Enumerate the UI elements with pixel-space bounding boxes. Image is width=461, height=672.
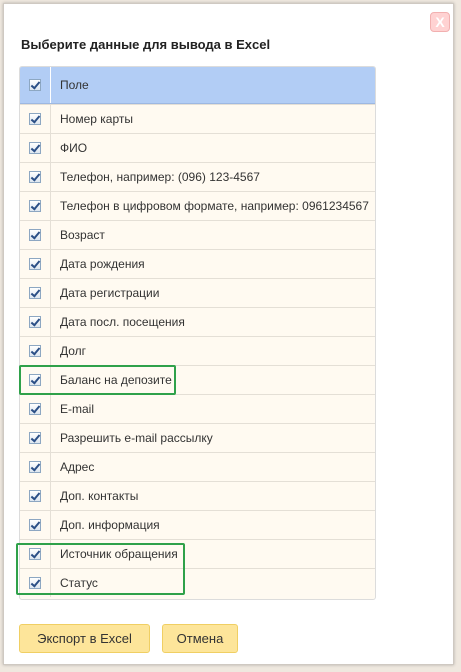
row-checkbox[interactable] xyxy=(29,258,41,270)
export-excel-button[interactable]: Экспорт в Excel xyxy=(19,624,150,653)
cancel-button[interactable]: Отмена xyxy=(162,624,238,653)
row-checkbox[interactable] xyxy=(29,200,41,212)
field-label: Доп. контакты xyxy=(60,489,139,503)
row-checkbox[interactable] xyxy=(29,432,41,444)
row-checkbox[interactable] xyxy=(29,403,41,415)
field-label: ФИО xyxy=(60,141,88,155)
check-cell xyxy=(20,163,51,191)
close-button[interactable]: X xyxy=(430,12,450,32)
column-header-field: Поле xyxy=(60,78,89,92)
check-cell xyxy=(20,424,51,452)
row-checkbox[interactable] xyxy=(29,316,41,328)
check-cell xyxy=(20,511,51,539)
field-label: Дата регистрации xyxy=(60,286,160,300)
row-checkbox[interactable] xyxy=(29,490,41,502)
row-checkbox[interactable] xyxy=(29,171,41,183)
field-label: Разрешить e-mail рассылку xyxy=(60,431,213,445)
field-label: Источник обращения xyxy=(60,547,178,561)
check-cell xyxy=(20,279,51,307)
check-cell xyxy=(20,221,51,249)
table-row: Дата рождения xyxy=(20,249,375,278)
table-row: Долг xyxy=(20,336,375,365)
table-row: Телефон в цифровом формате, например: 09… xyxy=(20,191,375,220)
check-cell xyxy=(20,105,51,133)
field-label: Долг xyxy=(60,344,87,358)
field-label: Доп. информация xyxy=(60,518,160,532)
check-cell xyxy=(20,308,51,336)
table-row: Доп. информация xyxy=(20,510,375,539)
table-row: Возраст xyxy=(20,220,375,249)
check-cell xyxy=(20,134,51,162)
table-row: E-mail xyxy=(20,394,375,423)
table-row: Доп. контакты xyxy=(20,481,375,510)
check-cell xyxy=(20,482,51,510)
table-row: Адрес xyxy=(20,452,375,481)
dialog-title: Выберите данные для вывода в Excel xyxy=(21,37,271,52)
table-row: Разрешить e-mail рассылку xyxy=(20,423,375,452)
field-label: Дата посл. посещения xyxy=(60,315,185,329)
field-label: Баланс на депозите xyxy=(60,373,172,387)
field-label: Телефон, например: (096) 123-4567 xyxy=(60,170,260,184)
table-row: Статус xyxy=(20,568,375,597)
row-checkbox[interactable] xyxy=(29,519,41,531)
check-cell xyxy=(20,192,51,220)
field-label: Статус xyxy=(60,576,98,590)
header-check-cell xyxy=(20,67,51,103)
table-header-row: Поле xyxy=(20,67,375,104)
field-label: Телефон в цифровом формате, например: 09… xyxy=(60,199,369,213)
table-row: Источник обращения xyxy=(20,539,375,568)
row-checkbox[interactable] xyxy=(29,548,41,560)
select-all-checkbox[interactable] xyxy=(29,79,41,91)
check-cell xyxy=(20,453,51,481)
table-row: Баланс на депозите xyxy=(20,365,375,394)
check-cell xyxy=(20,366,51,394)
row-checkbox[interactable] xyxy=(29,461,41,473)
check-cell xyxy=(20,540,51,568)
row-checkbox[interactable] xyxy=(29,142,41,154)
table-row: Дата посл. посещения xyxy=(20,307,375,336)
export-dialog: X Выберите данные для вывода в Excel Пол… xyxy=(3,3,454,665)
row-checkbox[interactable] xyxy=(29,577,41,589)
field-label: Номер карты xyxy=(60,112,133,126)
row-checkbox[interactable] xyxy=(29,113,41,125)
table-row: Номер карты xyxy=(20,104,375,133)
field-label: E-mail xyxy=(60,402,95,416)
check-cell xyxy=(20,250,51,278)
table-row: ФИО xyxy=(20,133,375,162)
check-cell xyxy=(20,569,51,597)
check-cell xyxy=(20,337,51,365)
fields-table: Поле Номер карты ФИО Телефон, например: … xyxy=(19,66,376,600)
row-checkbox[interactable] xyxy=(29,374,41,386)
check-cell xyxy=(20,395,51,423)
row-checkbox[interactable] xyxy=(29,345,41,357)
row-checkbox[interactable] xyxy=(29,229,41,241)
field-label: Дата рождения xyxy=(60,257,145,271)
field-label: Адрес xyxy=(60,460,95,474)
table-row: Дата регистрации xyxy=(20,278,375,307)
row-checkbox[interactable] xyxy=(29,287,41,299)
table-row: Телефон, например: (096) 123-4567 xyxy=(20,162,375,191)
field-label: Возраст xyxy=(60,228,105,242)
